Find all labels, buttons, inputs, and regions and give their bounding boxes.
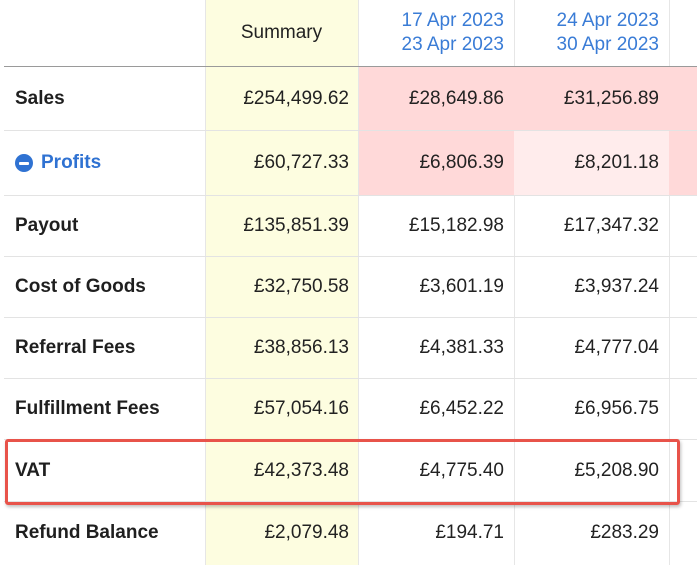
table-row-fulfillment-fees: Fulfillment Fees £57,054.16 £6,452.22 £6…: [4, 379, 697, 440]
table-row-payout: Payout £135,851.39 £15,182.98 £17,347.32: [4, 196, 697, 257]
row-label: Payout: [15, 215, 79, 236]
period-3-cell: [669, 131, 697, 195]
summary-cell: £42,373.48: [253, 460, 349, 481]
period-2-cell: £283.29: [590, 521, 659, 543]
table-row-profits[interactable]: Profits £60,727.33 £6,806.39 £8,201.18: [4, 131, 697, 196]
period-2-cell: £17,347.32: [563, 215, 659, 236]
period-2-cell: £8,201.18: [514, 131, 669, 195]
period-1-cell: £194.71: [435, 521, 504, 543]
table-row-refund-balance: Refund Balance £2,079.48 £194.71 £283.29: [4, 502, 697, 563]
period-1-cell: £4,775.40: [419, 460, 504, 481]
summary-cell: £32,750.58: [253, 276, 349, 297]
pnl-table: Summary 17 Apr 2023 23 Apr 2023 24 Apr 2…: [0, 0, 697, 565]
period-1-cell: £15,182.98: [408, 215, 504, 236]
summary-cell: £60,727.33: [253, 152, 349, 173]
summary-cell: £2,079.48: [264, 521, 349, 543]
period-2-cell: £5,208.90: [574, 460, 659, 481]
table-row-referral-fees: Referral Fees £38,856.13 £4,381.33 £4,77…: [4, 318, 697, 379]
summary-cell: £57,054.16: [253, 398, 349, 419]
period-1-cell: £28,649.86: [359, 67, 514, 130]
period-2-cell: £4,777.04: [574, 337, 659, 358]
period-1-start: 17 Apr 2023: [401, 10, 504, 31]
period-2-start: 24 Apr 2023: [556, 10, 659, 31]
row-label: VAT: [15, 460, 51, 481]
minus-circle-icon[interactable]: [15, 154, 33, 172]
period-2-cell: £31,256.89: [514, 67, 669, 130]
table-row-cost-of-goods: Cost of Goods £32,750.58 £3,601.19 £3,93…: [4, 257, 697, 318]
period-3-cell: [669, 67, 697, 130]
summary-cell: £135,851.39: [243, 215, 349, 236]
period-1-cell: £3,601.19: [419, 276, 504, 297]
period-2-end: 30 Apr 2023: [556, 34, 659, 55]
period-2-cell: £6,956.75: [574, 398, 659, 419]
row-label: Sales: [15, 87, 65, 109]
row-label: Referral Fees: [15, 337, 136, 358]
row-label: Profits: [41, 152, 102, 173]
header-summary: Summary: [240, 22, 323, 43]
period-1-cell: £6,452.22: [419, 398, 504, 419]
table-row-vat: VAT £42,373.48 £4,775.40 £5,208.90: [4, 441, 697, 502]
summary-cell: £38,856.13: [253, 337, 349, 358]
profits-toggle[interactable]: Profits: [15, 131, 101, 195]
header-period-2[interactable]: 24 Apr 2023 30 Apr 2023: [514, 0, 669, 66]
row-label: Fulfillment Fees: [15, 398, 160, 419]
summary-cell: £254,499.62: [243, 87, 349, 109]
row-label: Refund Balance: [15, 521, 159, 543]
table-row-sales: Sales £254,499.62 £28,649.86 £31,256.89: [4, 67, 697, 131]
row-label: Cost of Goods: [15, 276, 146, 297]
period-1-cell: £6,806.39: [359, 131, 514, 195]
header-period-1[interactable]: 17 Apr 2023 23 Apr 2023: [359, 0, 514, 66]
period-1-end: 23 Apr 2023: [401, 34, 504, 55]
period-2-cell: £3,937.24: [574, 276, 659, 297]
period-1-cell: £4,381.33: [419, 337, 504, 358]
